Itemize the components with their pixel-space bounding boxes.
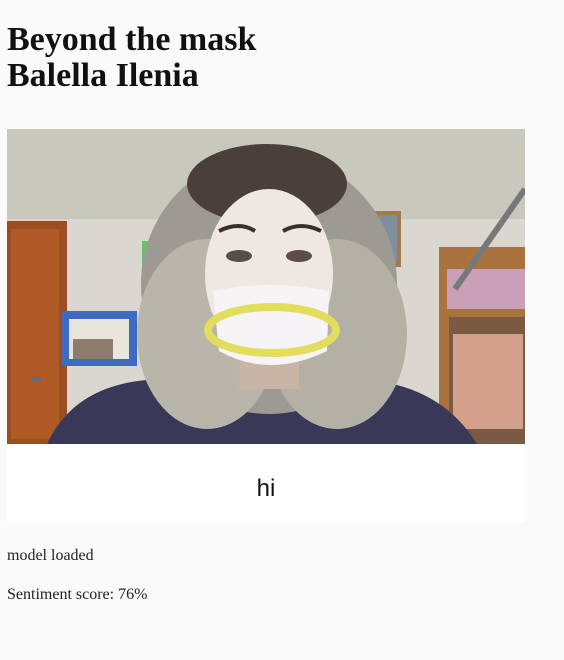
sentiment-score-value: 76% xyxy=(118,586,148,603)
webcam-video xyxy=(7,129,525,444)
webcam-frame-graphic xyxy=(7,129,525,444)
page-title: Beyond the mask Balella Ilenia xyxy=(7,22,256,94)
caption-box: hi xyxy=(7,444,525,522)
sentiment-score-label: Sentiment score: xyxy=(7,586,119,603)
title-line-project: Beyond the mask xyxy=(7,21,257,58)
sentiment-score: Sentiment score: 76% xyxy=(7,585,147,605)
model-status: model loaded xyxy=(7,547,94,564)
caption-text: hi xyxy=(256,475,276,502)
title-line-author: Balella Ilenia xyxy=(7,57,199,94)
